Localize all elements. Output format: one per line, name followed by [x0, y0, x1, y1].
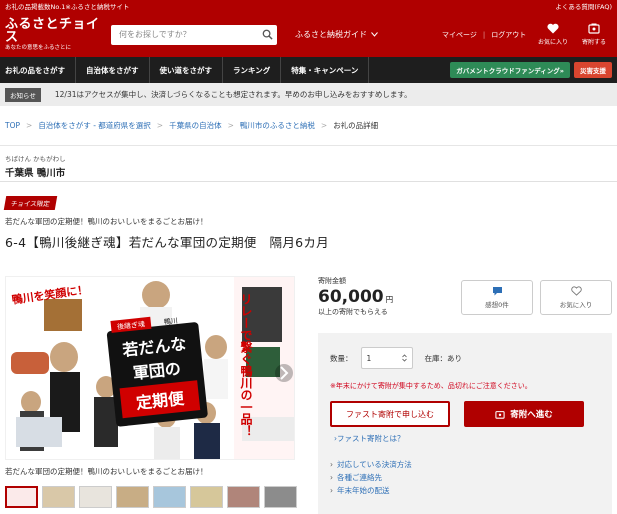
comment-icon — [492, 287, 502, 296]
donation-amount-block: 寄附金額 60,000 円 以上の寄附でもらえる — [318, 276, 393, 317]
nav-item-ranking[interactable]: ランキング — [223, 57, 282, 83]
nav-item-campaign[interactable]: 特集・キャンペーン — [281, 57, 370, 83]
chevron-right-icon: > — [320, 121, 328, 130]
chevron-right-icon: › — [330, 486, 333, 495]
link-label: 各種ご連絡先 — [337, 473, 382, 482]
donation-unit: 円 — [385, 295, 394, 304]
stock-status: 在庫：あり — [424, 353, 463, 363]
chevron-right-icon: › — [330, 473, 333, 482]
main-nav: お礼の品をさがす 自治体をさがす 使い道をさがす ランキング 特集・キャンペーン… — [0, 57, 617, 83]
nav-item-gifts[interactable]: お礼の品をさがす — [0, 57, 76, 83]
top-strip-text: お礼の品掲載数No.1※ふるさと納税サイト — [5, 3, 130, 11]
fast-donate-help-link[interactable]: ›ファスト寄附とは？ — [330, 433, 600, 444]
breadcrumb: TOP > 自治体をさがす - 都道府県を選択 > 千葉県の自治体 > 鴨川市の… — [0, 106, 617, 146]
search-input[interactable]: 何をお探しですか？ — [119, 29, 191, 40]
comments-label: 感想0件 — [485, 301, 509, 309]
gov-crowdfunding-button[interactable]: ガバメントクラウドファンディング» — [450, 62, 570, 78]
notice-badge: お知らせ — [5, 87, 41, 102]
image-caption: 若だんな軍団の定期便！鴨川のおいしいをまるごとお届け！ — [5, 467, 208, 476]
municipality-name[interactable]: 千葉県 鴨川市 — [5, 165, 612, 179]
choice-limited-badge: チョイス限定 — [3, 196, 58, 210]
link-contacts[interactable]: › 各種ご連絡先 — [330, 471, 600, 484]
cart-icon — [495, 410, 505, 419]
info-links: › 対応している決済方法 › 各種ご連絡先 › 年末年始の配送 — [330, 458, 600, 497]
updown-icon — [401, 354, 407, 362]
logout-link[interactable]: ログアウト — [491, 30, 526, 40]
chevron-down-icon — [371, 32, 378, 37]
mypage-link[interactable]: マイページ — [442, 30, 477, 40]
top-strip: お礼の品掲載数No.1※ふるさと納税サイト よくある質問(FAQ) — [0, 0, 617, 12]
notice-bar: お知らせ 12/31はアクセスが集中し、決済しづらくなることも想定されます。早め… — [0, 83, 617, 106]
donation-amount-value: 60,000 — [318, 287, 384, 307]
link-label: 年末年始の配送 — [337, 486, 390, 495]
image-text-right: リレーで繋ぐ鴨川の一品！ — [239, 293, 253, 437]
breadcrumb-chiba[interactable]: 千葉県の自治体 — [169, 120, 222, 131]
thumbnail[interactable] — [190, 486, 223, 508]
notice-text: 12/31はアクセスが集中し、決済しづらくなることも想定されます。早めのお申し込… — [54, 90, 412, 99]
logo-text: ふるさとチョイス — [5, 16, 100, 45]
chevron-right-icon: > — [156, 121, 164, 130]
donate-label: 寄附へ進む — [510, 410, 553, 420]
donate-button[interactable]: 寄附へ進む — [464, 401, 584, 427]
warning-text: ※年末にかけて寄附が集中するため、品切れにご注意ください。 — [330, 382, 532, 390]
donation-label: 寄附金額 — [318, 277, 346, 285]
guide-menu[interactable]: ふるさと納税ガイド — [295, 29, 378, 40]
thumbnail[interactable] — [116, 486, 149, 508]
chevron-right-icon: › — [330, 460, 333, 469]
site-header: ふるさとチョイス あなたの意思をふるさとに 何をお探しですか？ ふるさと納税ガイ… — [0, 12, 617, 57]
favorite-button[interactable]: お気に入り — [540, 280, 612, 315]
search-box[interactable]: 何をお探しですか？ — [111, 24, 277, 45]
quantity-select[interactable]: 1 — [360, 347, 413, 369]
breadcrumb-top[interactable]: TOP — [5, 121, 20, 130]
breadcrumb-prefecture[interactable]: 自治体をさがす - 都道府県を選択 — [38, 120, 150, 131]
thumbnail[interactable] — [227, 486, 260, 508]
guide-label: ふるさと納税ガイド — [295, 30, 367, 39]
quantity-value: 1 — [366, 353, 372, 363]
logo-tagline: あなたの意思をふるさとに — [5, 44, 72, 51]
link-label: 対応している決済方法 — [337, 460, 412, 469]
quantity-label: 数量： — [330, 353, 353, 363]
favorites-button[interactable]: お気に入り — [538, 23, 568, 46]
disaster-support-button[interactable]: 災害支援 — [574, 62, 612, 78]
favorite-label: お気に入り — [559, 301, 593, 309]
thumbnail[interactable] — [42, 486, 75, 508]
divider: | — [482, 30, 486, 39]
image-tag2: 鴨川 — [163, 316, 178, 326]
nav-item-usage[interactable]: 使い道をさがす — [150, 57, 223, 83]
heart-outline-icon — [570, 286, 582, 296]
breadcrumb-current: お礼の品詳細 — [333, 121, 379, 130]
municipality-header: ちばけん かもがわし 千葉県 鴨川市 — [0, 146, 617, 182]
site-logo[interactable]: ふるさとチョイス あなたの意思をふるさとに — [5, 18, 101, 52]
cart-icon — [588, 23, 600, 34]
product-main-image[interactable]: 若だんな 軍団の 定期便 後継ぎ魂 鴨川 鴨川を笑顔に！ リレーで繋ぐ鴨川の一品… — [5, 276, 295, 460]
donation-amount: 60,000 円 — [318, 287, 393, 307]
chevron-right-icon: > — [227, 121, 234, 130]
nav-item-municipalities[interactable]: 自治体をさがす — [76, 57, 150, 83]
donation-sub: 以上の寄附でもらえる — [318, 308, 388, 316]
product-heading: チョイス限定 若だんな軍団の定期便！鴨川のおいしいをまるごとお届け！ 6-4【鴨… — [0, 182, 617, 251]
fast-donate-button[interactable]: ファスト寄附で申し込む — [330, 401, 450, 427]
chevron-right-icon: > — [26, 121, 33, 130]
thumbnail[interactable] — [264, 486, 297, 508]
favorites-label: お気に入り — [537, 39, 568, 46]
faq-link[interactable]: よくある質問(FAQ) — [555, 1, 612, 11]
product-catchcopy: 若だんな軍団の定期便！鴨川のおいしいをまるごとお届け！ — [5, 217, 208, 226]
donation-panel: 数量： 1 在庫：あり ※年末にかけて寄附が集中するため、品切れにご注意ください… — [318, 333, 612, 514]
comments-button[interactable]: 感想0件 — [461, 280, 533, 315]
municipality-kana: ちばけん かもがわし — [5, 155, 66, 163]
heart-icon — [547, 23, 559, 34]
link-payment-methods[interactable]: › 対応している決済方法 — [330, 458, 600, 471]
thumbnail[interactable] — [153, 486, 186, 508]
search-icon[interactable] — [257, 25, 277, 45]
thumbnail[interactable] — [5, 486, 38, 508]
product-photo: 若だんな 軍団の 定期便 後継ぎ魂 鴨川 鴨川を笑顔に！ リレーで繋ぐ鴨川の一品… — [6, 277, 294, 459]
cart-label: 寄附する — [581, 39, 606, 46]
breadcrumb-kamogawa[interactable]: 鴨川市のふるさと納税 — [240, 120, 315, 131]
link-year-end-delivery[interactable]: › 年末年始の配送 — [330, 484, 600, 497]
thumbnail[interactable] — [79, 486, 112, 508]
product-title: 6-4【鴨川後継ぎ魂】若だんな軍団の定期便 隔月6カ月 — [5, 235, 329, 250]
thumbnail-strip — [5, 486, 297, 508]
fast-donate-help-label: ファスト寄附とは？ — [337, 434, 405, 443]
cart-button[interactable]: 寄附する — [582, 23, 606, 46]
